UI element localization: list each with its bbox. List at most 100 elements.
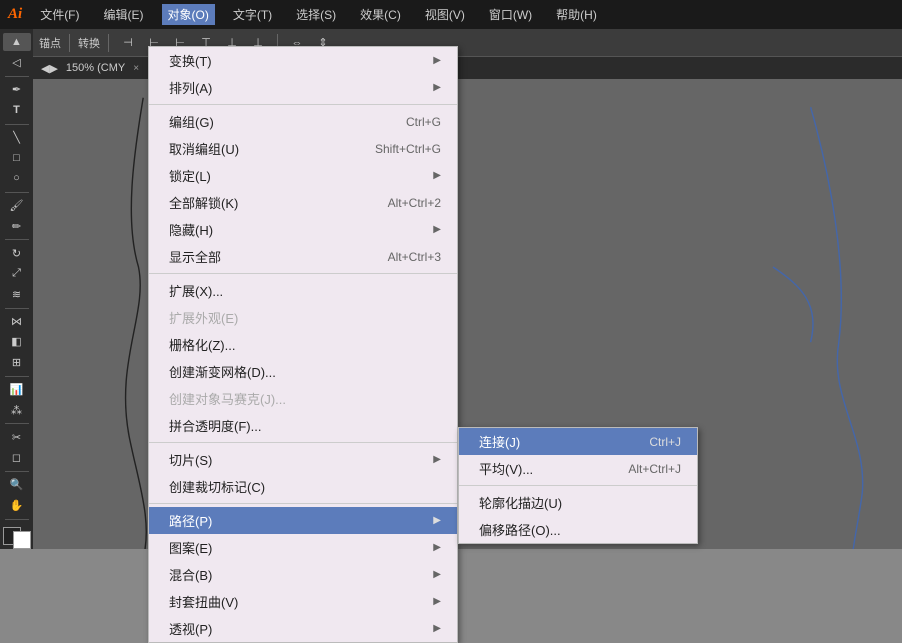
type-tool[interactable]: T xyxy=(3,101,31,119)
menu-envelope[interactable]: 封套扭曲(V) ▶ xyxy=(149,588,457,615)
menu-arrange-label: 排列(A) xyxy=(169,78,212,97)
menu-lock-arrow: ▶ xyxy=(433,170,441,181)
menu-envelope-label: 封套扭曲(V) xyxy=(169,592,238,611)
menu-rasterize[interactable]: 栅格化(Z)... xyxy=(149,331,457,358)
menu-ungroup-shortcut: Shift+Ctrl+G xyxy=(375,142,441,156)
menu-pattern[interactable]: 图案(E) ▶ xyxy=(149,534,457,561)
menu-show-shortcut: Alt+Ctrl+3 xyxy=(388,250,441,264)
blend-tool[interactable]: ⋈ xyxy=(3,312,31,330)
menu-outline-stroke[interactable]: 轮廓化描边(U) xyxy=(459,489,697,516)
rotate-tool[interactable]: ↻ xyxy=(3,244,31,262)
background-color[interactable] xyxy=(13,531,31,549)
menu-outline-label: 轮廓化描边(U) xyxy=(479,493,562,512)
menu-window[interactable]: 窗口(W) xyxy=(483,4,538,25)
object-menu[interactable]: 变换(T) ▶ 排列(A) ▶ 编组(G) Ctrl+G 取消编组(U) Shi… xyxy=(148,46,458,643)
menu-unlock-all[interactable]: 全部解锁(K) Alt+Ctrl+2 xyxy=(149,189,457,216)
menu-transform-arrow: ▶ xyxy=(433,55,441,66)
ellipse-tool[interactable]: ○ xyxy=(3,169,31,187)
left-toolbar: ▲ ◁ ✒ T ╲ □ ○ 🖌 ✏ ↻ ⤢ ≋ ⋈ ◧ ⊞ 📊 ⁂ ✂ ◻ 🔍 … xyxy=(0,29,33,549)
menu-expand-app-label: 扩展外观(E) xyxy=(169,308,238,327)
menu-offset-path[interactable]: 偏移路径(O)... xyxy=(459,516,697,543)
slice-tool[interactable]: ✂ xyxy=(3,428,31,446)
warp-tool[interactable]: ≋ xyxy=(3,285,31,303)
menu-group[interactable]: 编组(G) Ctrl+G xyxy=(149,108,457,135)
pen-tool[interactable]: ✒ xyxy=(3,81,31,99)
menu-blend[interactable]: 混合(B) ▶ xyxy=(149,561,457,588)
menu-mosaic-label: 创建对象马赛克(J)... xyxy=(169,389,286,408)
menu-perspective-arrow: ▶ xyxy=(433,623,441,634)
menu-effect[interactable]: 效果(C) xyxy=(354,4,407,25)
menu-blend-arrow: ▶ xyxy=(433,569,441,580)
mesh-tool[interactable]: ⊞ xyxy=(3,353,31,371)
menu-join[interactable]: 连接(J) Ctrl+J xyxy=(459,428,697,455)
menu-pattern-arrow: ▶ xyxy=(433,542,441,553)
line-tool[interactable]: ╲ xyxy=(3,128,31,146)
path-submenu[interactable]: 连接(J) Ctrl+J 平均(V)... Alt+Ctrl+J 轮廓化描边(U… xyxy=(458,427,698,544)
menu-sep-4 xyxy=(149,503,457,504)
menu-path[interactable]: 路径(P) ▶ xyxy=(149,507,457,534)
menu-path-arrow: ▶ xyxy=(433,515,441,526)
ai-logo: Ai xyxy=(8,6,22,23)
tool-separator-6 xyxy=(5,376,29,377)
menu-text[interactable]: 文字(T) xyxy=(227,4,278,25)
menu-object[interactable]: 对象(O) xyxy=(162,4,215,25)
menu-perspective[interactable]: 透视(P) ▶ xyxy=(149,615,457,642)
symbol-tool[interactable]: ⁂ xyxy=(3,401,31,419)
menu-join-label: 连接(J) xyxy=(479,432,520,451)
eraser-tool[interactable]: ◻ xyxy=(3,449,31,467)
menu-path-label: 路径(P) xyxy=(169,511,212,530)
menu-crop-marks[interactable]: 创建裁切标记(C) xyxy=(149,473,457,500)
main-layout: ▲ ◁ ✒ T ╲ □ ○ 🖌 ✏ ↻ ⤢ ≋ ⋈ ◧ ⊞ 📊 ⁂ ✂ ◻ 🔍 … xyxy=(0,29,902,549)
tab-close-btn[interactable]: × xyxy=(133,63,139,74)
menu-hide[interactable]: 隐藏(H) ▶ xyxy=(149,216,457,243)
menu-lock[interactable]: 锁定(L) ▶ xyxy=(149,162,457,189)
tab-arrows[interactable]: ◀▶ xyxy=(41,62,58,75)
zoom-tool[interactable]: 🔍 xyxy=(3,476,31,494)
menu-flatten-label: 拼合透明度(F)... xyxy=(169,416,261,435)
menu-unlock-shortcut: Alt+Ctrl+2 xyxy=(388,196,441,210)
menu-expand[interactable]: 扩展(X)... xyxy=(149,277,457,304)
tool-separator-7 xyxy=(5,423,29,424)
path-sep-1 xyxy=(459,485,697,486)
menu-edit[interactable]: 编辑(E) xyxy=(98,4,150,25)
menu-average-shortcut: Alt+Ctrl+J xyxy=(628,462,681,476)
menu-perspective-label: 透视(P) xyxy=(169,619,212,638)
chart-tool[interactable]: 📊 xyxy=(3,380,31,398)
menu-sep-3 xyxy=(149,442,457,443)
menu-gradient-mesh[interactable]: 创建渐变网格(D)... xyxy=(149,358,457,385)
pencil-tool[interactable]: ✏ xyxy=(3,217,31,235)
menu-transform[interactable]: 变换(T) ▶ xyxy=(149,47,457,74)
menu-select[interactable]: 选择(S) xyxy=(290,4,342,25)
menu-group-label: 编组(G) xyxy=(169,112,214,131)
menu-mosaic: 创建对象马赛克(J)... xyxy=(149,385,457,412)
gradient-tool[interactable]: ◧ xyxy=(3,333,31,351)
menu-arrange[interactable]: 排列(A) ▶ xyxy=(149,74,457,101)
menu-slice[interactable]: 切片(S) ▶ xyxy=(149,446,457,473)
menu-view[interactable]: 视图(V) xyxy=(419,4,471,25)
brush-tool[interactable]: 🖌 xyxy=(3,196,31,214)
tool-separator-5 xyxy=(5,308,29,309)
menu-sep-2 xyxy=(149,273,457,274)
menu-show-all[interactable]: 显示全部 Alt+Ctrl+3 xyxy=(149,243,457,270)
align-left[interactable]: ⊣ xyxy=(117,32,139,54)
menu-group-shortcut: Ctrl+G xyxy=(406,115,441,129)
menu-slice-label: 切片(S) xyxy=(169,450,212,469)
menu-ungroup[interactable]: 取消编组(U) Shift+Ctrl+G xyxy=(149,135,457,162)
rect-tool[interactable]: □ xyxy=(3,149,31,167)
menu-help[interactable]: 帮助(H) xyxy=(550,4,603,25)
menu-slice-arrow: ▶ xyxy=(433,454,441,465)
menu-average[interactable]: 平均(V)... Alt+Ctrl+J xyxy=(459,455,697,482)
menu-unlock-label: 全部解锁(K) xyxy=(169,193,238,212)
tool-separator-3 xyxy=(5,192,29,193)
menu-file[interactable]: 文件(F) xyxy=(34,4,85,25)
menu-ungroup-label: 取消编组(U) xyxy=(169,139,239,158)
tool-separator-1 xyxy=(5,76,29,77)
hand-tool[interactable]: ✋ xyxy=(3,496,31,514)
menu-flatten[interactable]: 拼合透明度(F)... xyxy=(149,412,457,439)
select-tool[interactable]: ▲ xyxy=(3,33,31,51)
menu-show-label: 显示全部 xyxy=(169,247,221,266)
scale-tool[interactable]: ⤢ xyxy=(3,265,31,283)
menu-transform-label: 变换(T) xyxy=(169,51,212,70)
menu-hide-label: 隐藏(H) xyxy=(169,220,213,239)
direct-select-tool[interactable]: ◁ xyxy=(3,53,31,71)
